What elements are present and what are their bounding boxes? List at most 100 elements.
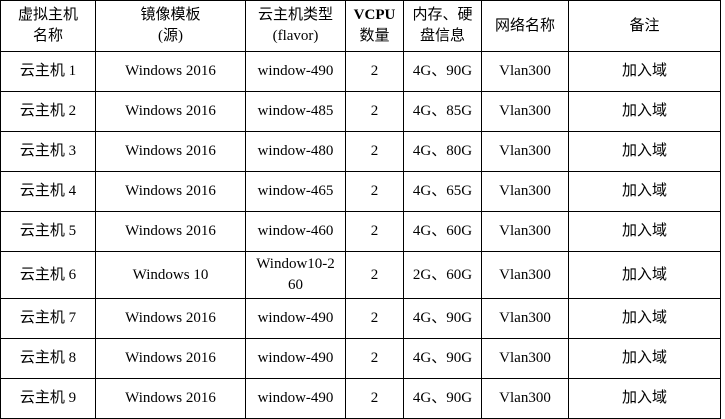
table-body: 云主机 1 Windows 2016 window-490 2 4G、90G Vlan30… [0,51,721,419]
header-image-template: 镜像模板 (源) [95,0,246,52]
network-cell: Vlan300 [481,251,569,299]
memory-disk-cell: 4G、65G [403,171,482,212]
network-cell: Vlan300 [481,211,569,252]
image-cell: Windows 2016 [95,298,246,339]
table-row: 云主机 4 Windows 2016 window-465 2 4G、65G Vlan30… [0,171,721,212]
header-flavor: 云主机类型 (flavor) [245,0,346,52]
vm-name-cell: 云主机 3 [0,131,96,172]
network-cell: Vlan300 [481,51,569,92]
network-cell: Vlan300 [481,338,569,379]
vm-name-cell: 云主机 8 [0,338,96,379]
flavor-line: window-490 [257,350,334,366]
image-cell: Windows 2016 [95,338,246,379]
note-cell: 加入域 [568,251,721,299]
memory-disk-cell: 4G、60G [403,211,482,252]
flavor-line: window-480 [257,143,334,159]
flavor-line: 60 [288,277,303,293]
memory-disk-cell: 4G、85G [403,91,482,132]
table-row: 云主机 1 Windows 2016 window-490 2 4G、90G Vlan30… [0,51,721,92]
document-page: 虚拟主机 名称 镜像模板 (源) 云主机类型 (flavor) VCPU 数量 … [0,0,725,419]
header-vm-name: 虚拟主机 名称 [0,0,96,52]
note-cell: 加入域 [568,298,721,339]
flavor-line: window-460 [257,223,334,239]
flavor-cell: window-460 [245,211,346,252]
memory-disk-cell: 4G、90G [403,298,482,339]
header-note: 备注 [568,0,721,52]
note-cell: 加入域 [568,211,721,252]
table-header: 虚拟主机 名称 镜像模板 (源) 云主机类型 (flavor) VCPU 数量 … [0,0,721,52]
network-cell: Vlan300 [481,378,569,419]
vcpu-cell: 2 [345,91,404,132]
header-line: 虚拟主机 [17,7,78,23]
vcpu-cell: 2 [345,171,404,212]
header-line: VCPU [353,7,396,23]
memory-disk-cell: 4G、80G [403,131,482,172]
memory-disk-cell: 4G、90G [403,338,482,379]
header-line: 内存、硬 [412,7,473,23]
image-cell: Windows 2016 [95,131,246,172]
vcpu-cell: 2 [345,298,404,339]
header-line: (源) [158,28,183,44]
header-network: 网络名称 [481,0,569,52]
vcpu-cell: 2 [345,211,404,252]
vm-name-cell: 云主机 9 [0,378,96,419]
header-line: 名称 [32,28,63,44]
header-line: 数量 [359,28,390,44]
network-cell: Vlan300 [481,91,569,132]
flavor-cell: window-480 [245,131,346,172]
header-row: 虚拟主机 名称 镜像模板 (源) 云主机类型 (flavor) VCPU 数量 … [0,0,721,52]
header-line: 盘信息 [419,28,465,44]
flavor-line: Window10-2 [256,256,335,272]
vcpu-cell: 2 [345,51,404,92]
vm-name-cell: 云主机 2 [0,91,96,132]
vm-name-cell: 云主机 6 [0,251,96,299]
memory-disk-cell: 4G、90G [403,51,482,92]
flavor-cell: Window10-2 60 [245,251,346,299]
note-cell: 加入域 [568,171,721,212]
vm-spec-table: 虚拟主机 名称 镜像模板 (源) 云主机类型 (flavor) VCPU 数量 … [0,0,721,419]
header-line: (flavor) [272,28,319,44]
header-memory-disk: 内存、硬 盘信息 [403,0,482,52]
flavor-line: window-485 [257,103,334,119]
header-line: 备注 [629,17,660,34]
vcpu-cell: 2 [345,251,404,299]
flavor-line: window-490 [257,310,334,326]
vm-name-cell: 云主机 7 [0,298,96,339]
network-cell: Vlan300 [481,131,569,172]
header-vcpu: VCPU 数量 [345,0,404,52]
table-row: 云主机 6 Windows 10 Window10-2 60 2 2G、60G Vlan30… [0,251,721,299]
flavor-cell: window-490 [245,51,346,92]
flavor-cell: window-490 [245,378,346,419]
table-row: 云主机 8 Windows 2016 window-490 2 4G、90G Vlan30… [0,338,721,379]
flavor-cell: window-465 [245,171,346,212]
flavor-cell: window-485 [245,91,346,132]
network-cell: Vlan300 [481,171,569,212]
header-line: 镜像模板 [140,7,201,23]
vcpu-cell: 2 [345,338,404,379]
note-cell: 加入域 [568,131,721,172]
table-row: 云主机 5 Windows 2016 window-460 2 4G、60G Vlan30… [0,211,721,252]
flavor-line: window-490 [257,390,334,406]
table-row: 云主机 2 Windows 2016 window-485 2 4G、85G Vlan30… [0,91,721,132]
flavor-line: window-490 [257,63,334,79]
vcpu-cell: 2 [345,378,404,419]
note-cell: 加入域 [568,91,721,132]
memory-disk-cell: 4G、90G [403,378,482,419]
header-line: 网络名称 [494,17,555,34]
note-cell: 加入域 [568,338,721,379]
table-row: 云主机 9 Windows 2016 window-490 2 4G、90G Vlan30… [0,378,721,419]
memory-disk-cell: 2G、60G [403,251,482,299]
flavor-cell: window-490 [245,298,346,339]
image-cell: Windows 2016 [95,378,246,419]
table-row: 云主机 7 Windows 2016 window-490 2 4G、90G Vlan30… [0,298,721,339]
vm-name-cell: 云主机 1 [0,51,96,92]
flavor-cell: window-490 [245,338,346,379]
image-cell: Windows 2016 [95,171,246,212]
network-cell: Vlan300 [481,298,569,339]
image-cell: Windows 2016 [95,51,246,92]
note-cell: 加入域 [568,378,721,419]
image-cell: Windows 10 [95,251,246,299]
flavor-line: window-465 [257,183,334,199]
header-line: 云主机类型 [257,7,333,23]
vcpu-cell: 2 [345,131,404,172]
